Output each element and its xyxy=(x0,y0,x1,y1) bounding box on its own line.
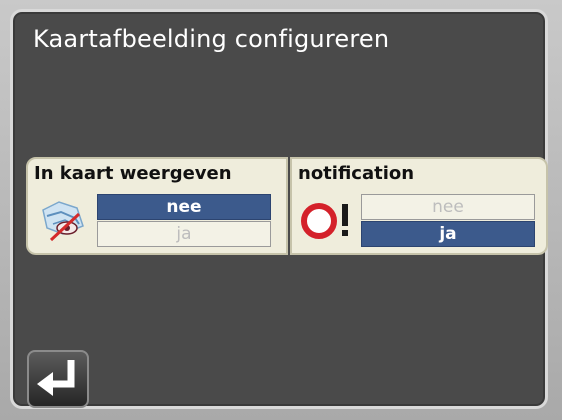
option-nee[interactable]: nee xyxy=(97,194,271,220)
dialog-frame: Kaartafbeelding configureren In kaart we… xyxy=(10,9,548,409)
setting-label: In kaart weergeven xyxy=(34,163,232,184)
page-title: Kaartafbeelding configureren xyxy=(33,25,390,53)
option-ja[interactable]: ja xyxy=(97,221,271,247)
map-icon xyxy=(42,201,84,242)
back-button[interactable] xyxy=(27,350,89,408)
return-arrow-icon xyxy=(37,360,75,396)
setting-show-on-map: In kaart weergeven nee ja xyxy=(26,157,288,255)
setting-notification: notification nee ja xyxy=(290,157,548,255)
setting-label: notification xyxy=(298,163,415,184)
warning-icon xyxy=(301,203,348,239)
device-screen: Kaartafbeelding configureren In kaart we… xyxy=(0,0,562,420)
option-ja[interactable]: ja xyxy=(361,221,535,247)
option-nee[interactable]: nee xyxy=(361,194,535,220)
